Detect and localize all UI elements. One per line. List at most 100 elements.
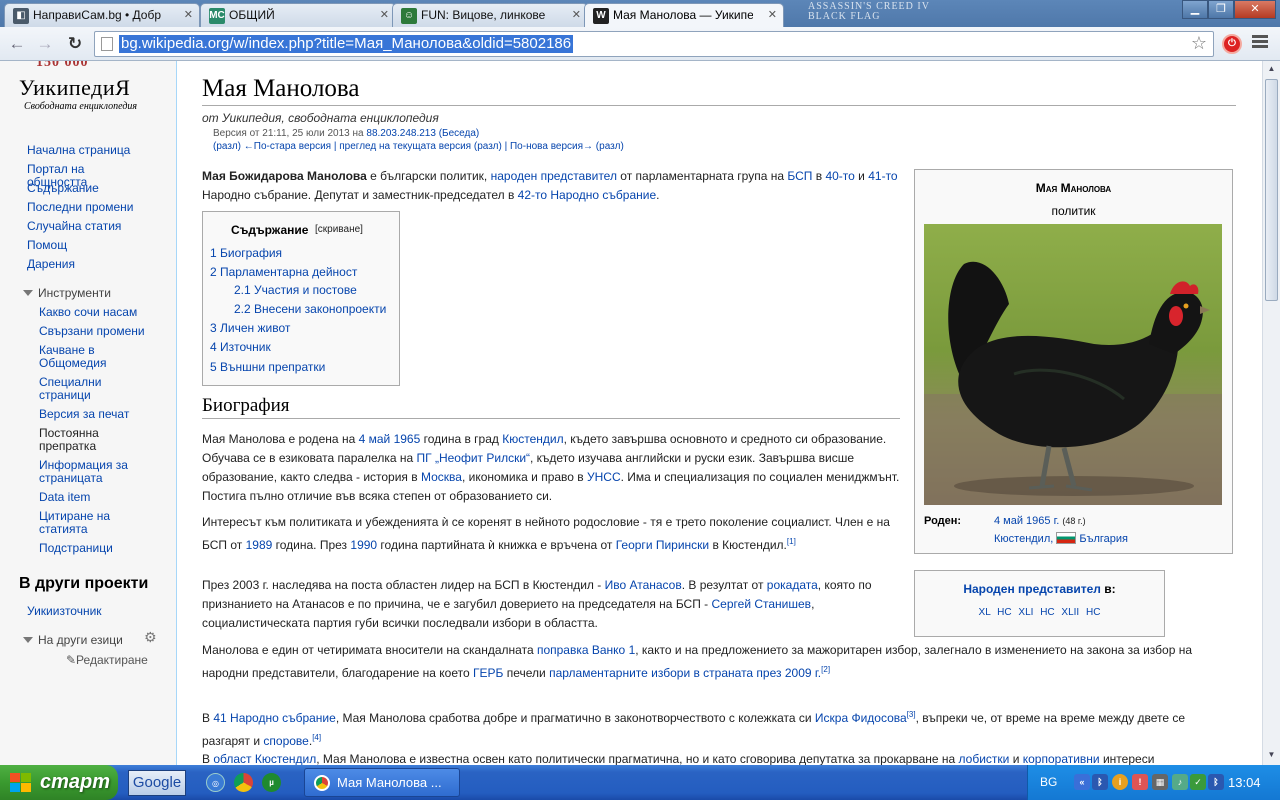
toc-item[interactable]: 2.2 Внесени законопроекти xyxy=(234,302,386,316)
article-link[interactable]: Иво Атанасов xyxy=(605,578,682,592)
toc-item[interactable]: 1 Биография xyxy=(210,246,282,260)
sidebar-item-related-changes[interactable]: Свързани промени xyxy=(39,325,159,338)
scroll-down-icon[interactable]: ▼ xyxy=(1263,747,1280,763)
bluetooth-icon[interactable]: ᛒ xyxy=(1092,774,1108,790)
back-arrow-icon[interactable]: ← xyxy=(6,33,28,55)
sidebar-item-wikisource[interactable]: Уикиизточник xyxy=(27,605,147,618)
security-icon[interactable]: ! xyxy=(1132,774,1148,790)
sidebar-item-main-page[interactable]: Начална страница xyxy=(27,144,147,157)
sidebar-item-random-article[interactable]: Случайна статия xyxy=(27,220,147,233)
toc-item[interactable]: 5 Външни препратки xyxy=(210,360,325,374)
article-link[interactable]: Георги Пирински xyxy=(616,538,709,552)
article-link[interactable]: парламентарните избори в страната през 2… xyxy=(549,666,821,680)
sidebar-item-upload[interactable]: Качване в Общомедия xyxy=(39,344,129,370)
toc-item[interactable]: 2.1 Участия и постове xyxy=(234,283,357,297)
start-button[interactable]: старт xyxy=(0,765,118,800)
tab-naprvisam[interactable]: ◧ НаправиСам.bg • Добр ✕ xyxy=(4,3,200,27)
article-link[interactable]: 40-то xyxy=(825,169,854,183)
sidebar-item-data-item[interactable]: Data item xyxy=(39,491,159,504)
article-link[interactable]: 4 май xyxy=(359,432,391,446)
article-link[interactable]: 1990 xyxy=(350,538,377,552)
browser-menu-icon[interactable] xyxy=(1252,35,1268,51)
article-link[interactable]: 1965 xyxy=(394,432,421,446)
article-link[interactable]: 41 Народно събрание xyxy=(213,711,335,725)
reload-icon[interactable]: ↻ xyxy=(64,33,86,55)
article-link[interactable]: 42-то Народно събрание xyxy=(518,188,657,202)
article-link[interactable]: БСП xyxy=(787,169,812,183)
born-country-link[interactable]: България xyxy=(1079,533,1128,545)
article-link[interactable]: Москва xyxy=(421,470,462,484)
quicklaunch-utorrent-icon[interactable]: µ xyxy=(262,773,281,792)
volume-icon[interactable]: ♪ xyxy=(1172,774,1188,790)
article-link[interactable]: ПГ „Неофит Рилски“ xyxy=(416,451,530,465)
quicklaunch-network-icon[interactable]: ◎ xyxy=(206,773,225,792)
sidebar-item-special-pages[interactable]: Специални страници xyxy=(39,376,129,402)
sidebar-item-subpages[interactable]: Подстраници xyxy=(39,542,159,555)
collapse-tray-icon[interactable]: « xyxy=(1074,774,1090,790)
page-scrollbar[interactable]: ▲ ▼ xyxy=(1262,61,1280,765)
close-tab-icon[interactable]: ✕ xyxy=(768,8,777,21)
article-link[interactable]: спорове xyxy=(263,734,308,748)
article-link[interactable]: рокадата xyxy=(767,578,818,592)
citation-link[interactable]: [1] xyxy=(787,537,796,546)
sidebar-item-help[interactable]: Помощ xyxy=(27,239,147,252)
bluetooth-manager-icon[interactable]: ᛒ xyxy=(1208,774,1224,790)
languages-heading[interactable]: На други езици xyxy=(23,633,123,647)
toc-item[interactable]: 4 Източник xyxy=(210,340,271,354)
network-icon[interactable]: ▦ xyxy=(1152,774,1168,790)
sidebar-item-printable[interactable]: Версия за печат xyxy=(39,408,159,421)
minimize-window-button[interactable]: ▁ xyxy=(1182,0,1208,19)
sidebar-item-what-links-here[interactable]: Какво сочи насам xyxy=(39,306,159,319)
forward-arrow-icon[interactable]: → xyxy=(34,33,56,55)
tab-wikipedia-active[interactable]: W Мая Манолова — Уикипедия ✕ xyxy=(584,3,784,27)
born-date-link[interactable]: 4 май 1965 г. xyxy=(994,515,1059,527)
close-tab-icon[interactable]: ✕ xyxy=(184,8,193,21)
article-link[interactable]: 41-то xyxy=(868,169,897,183)
scrollbar-thumb[interactable] xyxy=(1265,79,1278,301)
article-link[interactable]: УНСС xyxy=(587,470,621,484)
google-toolbar-button[interactable]: Google xyxy=(128,770,186,796)
address-bar[interactable]: bg.wikipedia.org/w/index.php?title=Мая_М… xyxy=(94,31,1214,57)
citation-link[interactable]: [2] xyxy=(821,665,830,674)
close-tab-icon[interactable]: ✕ xyxy=(572,8,581,21)
citation-link[interactable]: [3] xyxy=(907,710,916,719)
close-window-button[interactable]: ✕ xyxy=(1234,0,1276,19)
navbox-links[interactable]: XL НС XLI НС XLII НС xyxy=(915,607,1164,618)
language-indicator[interactable]: BG xyxy=(1040,775,1057,789)
edit-links-link[interactable]: ✎Редактиране xyxy=(66,653,148,667)
toc-hide-link[interactable]: [скриване] xyxy=(315,224,363,235)
tab-fun[interactable]: ☺ FUN: Вицове, линкове ✕ xyxy=(392,3,588,27)
infobox-photo[interactable] xyxy=(924,224,1222,505)
maximize-window-button[interactable]: ❐ xyxy=(1208,0,1234,19)
sidebar-item-donate[interactable]: Дарения xyxy=(27,258,147,271)
gear-icon[interactable]: ⚙ xyxy=(144,629,157,646)
sidebar-item-recent-changes[interactable]: Последни промени xyxy=(27,201,147,214)
born-place-link[interactable]: Кюстендил xyxy=(994,533,1050,545)
article-link[interactable]: народен представител xyxy=(491,169,617,183)
info-icon[interactable]: i xyxy=(1112,774,1128,790)
scroll-up-icon[interactable]: ▲ xyxy=(1263,61,1280,77)
sidebar-item-contents[interactable]: Съдържание xyxy=(27,182,147,195)
article-link[interactable]: корпоративни xyxy=(1023,752,1100,765)
extension-power-icon[interactable]: ⏻ xyxy=(1222,34,1242,54)
revision-talk-link[interactable]: (Беседа) xyxy=(439,128,480,139)
revision-ip-link[interactable]: 88.203.248.213 xyxy=(366,128,436,139)
tools-heading[interactable]: Инструменти xyxy=(23,286,111,300)
bookmark-star-icon[interactable]: ☆ xyxy=(1191,33,1207,54)
quicklaunch-chrome-icon[interactable] xyxy=(234,773,253,792)
citation-link[interactable]: [4] xyxy=(312,733,321,742)
revision-nav-links[interactable]: (разл) ←По-стара версия | преглед на тек… xyxy=(213,141,624,152)
article-link[interactable]: Кюстендил xyxy=(502,432,563,446)
tab-mc-general[interactable]: MC ОБЩИЙ ✕ xyxy=(200,3,396,27)
article-link[interactable]: лобистки xyxy=(959,752,1010,765)
article-link[interactable]: ГЕРБ xyxy=(473,666,503,680)
toc-item[interactable]: 2 Парламентарна дейност xyxy=(210,265,357,279)
close-tab-icon[interactable]: ✕ xyxy=(380,8,389,21)
article-link[interactable]: Сергей Станишев xyxy=(712,597,812,611)
article-link[interactable]: област Кюстендил xyxy=(213,752,316,765)
sidebar-item-permanent-link[interactable]: Постоянна препратка xyxy=(39,427,129,453)
taskbar-chrome-window[interactable]: Мая Манолова ... xyxy=(304,768,460,797)
article-link[interactable]: 1989 xyxy=(246,538,273,552)
article-link[interactable]: поправка Ванко 1 xyxy=(537,643,635,657)
sidebar-item-page-info[interactable]: Информация за страницата xyxy=(39,459,139,485)
